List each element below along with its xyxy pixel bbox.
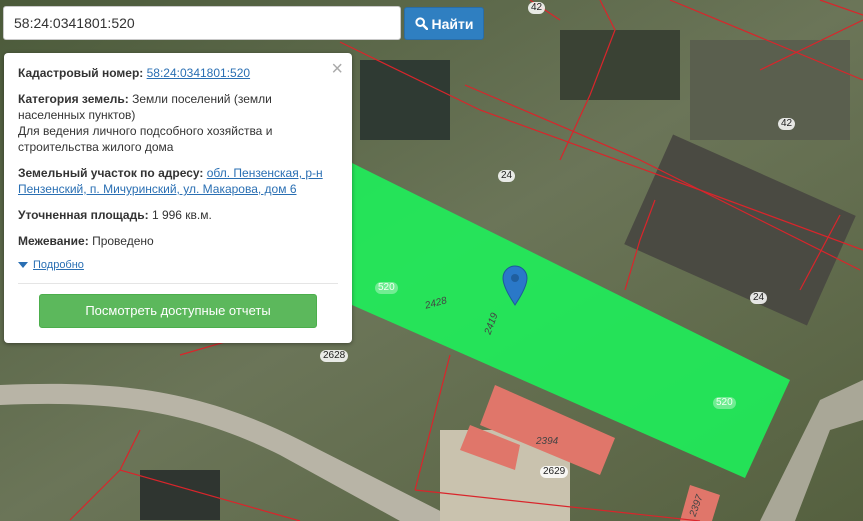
search-input[interactable]: [4, 7, 400, 39]
area-value: 1 996 кв.м.: [151, 208, 212, 222]
parcel-label: 24: [498, 170, 516, 182]
parcel-label: 520: [375, 282, 398, 294]
survey-label: Межевание:: [18, 234, 89, 248]
view-reports-button[interactable]: Посмотреть доступные отчеты: [39, 294, 317, 328]
parcel-label: 2394: [536, 436, 559, 447]
parcel-label: 2629: [540, 466, 569, 478]
search-bar: [3, 6, 401, 40]
divider: [18, 283, 338, 284]
category-row: Категория земель: Земли поселений (земли…: [18, 91, 338, 155]
search-button-label: Найти: [431, 15, 474, 32]
parcel-label: 2628: [320, 350, 349, 362]
close-icon[interactable]: ×: [331, 59, 343, 79]
roof-dark-4: [690, 40, 850, 140]
search-button[interactable]: Найти: [404, 7, 484, 40]
search-icon: [414, 17, 428, 30]
parcel-label: 520: [713, 397, 736, 409]
category-label: Категория земель:: [18, 92, 129, 106]
caret-down-icon: [18, 262, 28, 268]
parcel-label: 42: [528, 2, 546, 14]
address-label: Земельный участок по адресу:: [18, 166, 204, 180]
parcel-label: 24: [750, 292, 768, 304]
area-row: Уточненная площадь: 1 996 кв.м.: [18, 207, 338, 223]
parcel-info-panel: × Кадастровый номер: 58:24:0341801:520 К…: [4, 53, 352, 343]
cadastral-row: Кадастровый номер: 58:24:0341801:520: [18, 65, 338, 81]
survey-row: Межевание: Проведено: [18, 233, 338, 249]
details-label: Подробно: [33, 259, 84, 271]
cadastral-label: Кадастровый номер:: [18, 66, 144, 80]
cadastral-link[interactable]: 58:24:0341801:520: [147, 66, 250, 80]
parcel-label: 42: [778, 118, 796, 130]
details-link[interactable]: Подробно: [18, 257, 338, 273]
area-label: Уточненная площадь:: [18, 208, 149, 222]
survey-value: Проведено: [92, 234, 154, 248]
roof-dark-3: [560, 30, 680, 100]
usage-text: Для ведения личного подсобного хозяйства…: [18, 124, 273, 154]
roof-dark-1: [360, 60, 450, 140]
address-row: Земельный участок по адресу: обл. Пензен…: [18, 165, 338, 197]
